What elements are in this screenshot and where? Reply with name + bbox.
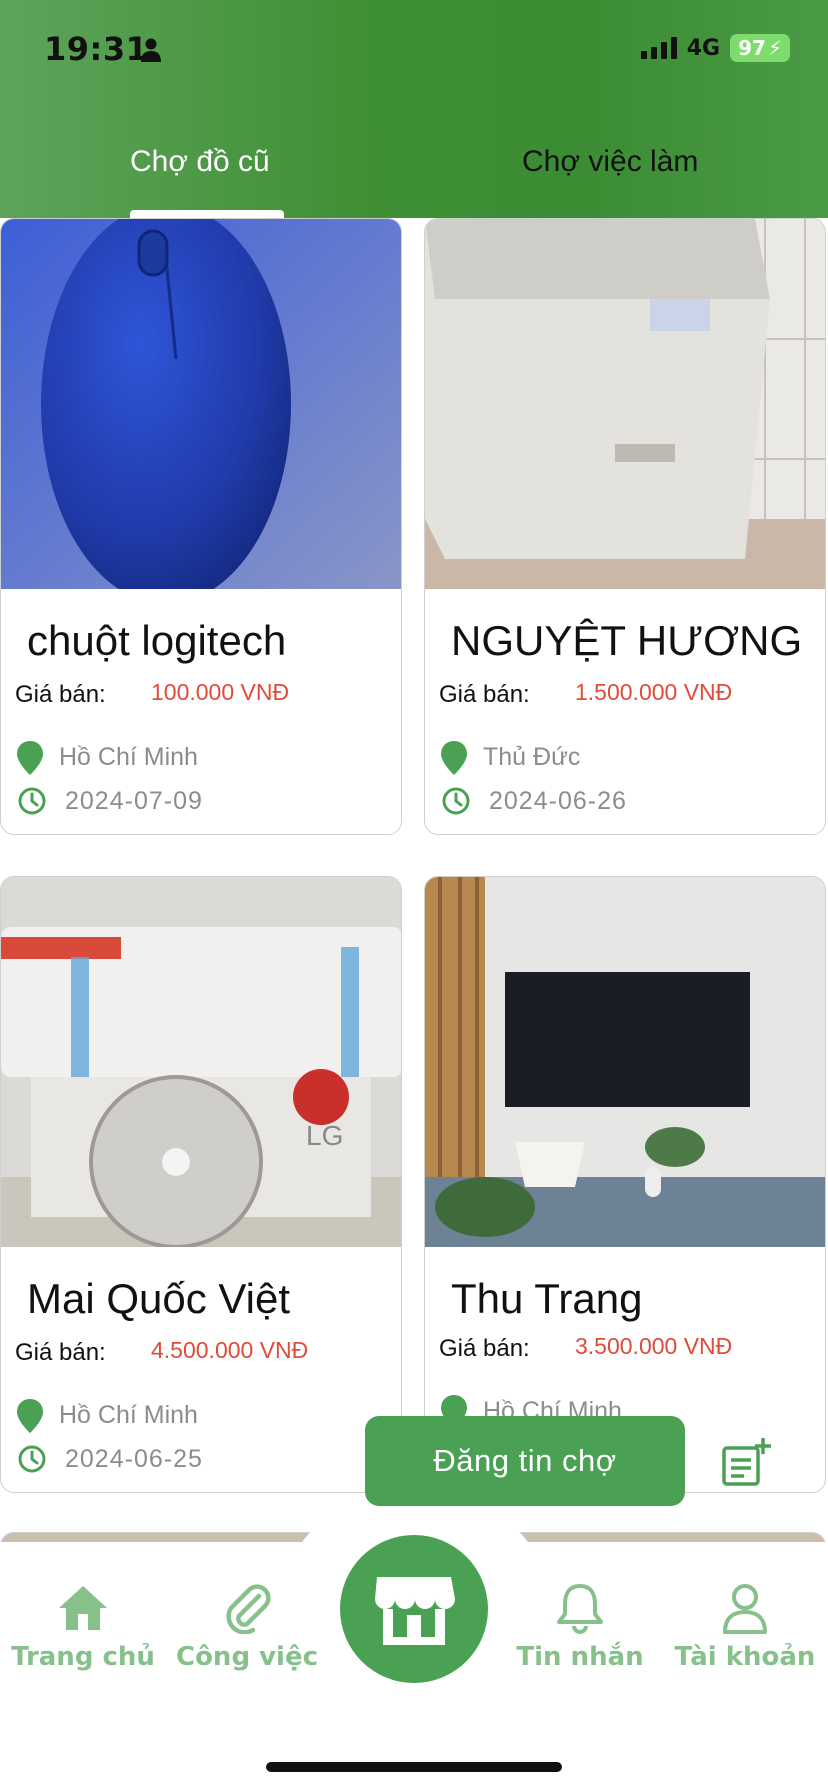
nav-home[interactable]: Trang chủ [8, 1582, 158, 1672]
listing-price: 100.000 VNĐ [151, 679, 290, 705]
status-time: 19:31 [44, 30, 149, 68]
active-tab-indicator [130, 210, 284, 218]
listing-price: 3.500.000 VNĐ [575, 1333, 733, 1359]
listing-price: 4.500.000 VNĐ [151, 1337, 309, 1363]
listing-card[interactable]: LG Mai Quốc Việt Giá bán: 4.500.000 VNĐ … [0, 876, 402, 1493]
price-label: Giá bán: [15, 1339, 106, 1366]
person-icon [141, 38, 161, 62]
status-indicators: 4G 97 ⚡ [640, 34, 790, 62]
price-label: Giá bán: [15, 681, 106, 708]
listing-card[interactable]: Thu Trang Giá bán: 3.500.000 VNĐ Hồ Chí … [424, 876, 826, 1493]
new-post-icon[interactable] [720, 1436, 772, 1486]
nav-market[interactable] [340, 1535, 488, 1683]
home-indicator[interactable] [266, 1762, 562, 1772]
blue-mouse-photo [1, 219, 401, 589]
price-label: Giá bán: [439, 1335, 530, 1362]
home-icon [59, 1586, 107, 1630]
user-icon [723, 1584, 767, 1634]
listing-location: Thủ Đức [483, 743, 581, 771]
clock-icon [18, 787, 46, 815]
location-pin-icon [17, 1399, 43, 1433]
listing-card[interactable]: NGUYỆT HƯƠNG Giá bán: 1.500.000 VNĐ Thủ … [424, 218, 826, 835]
signal-icon [640, 37, 677, 59]
listing-title: Mai Quốc Việt [27, 1275, 291, 1322]
listing-title: Thu Trang [451, 1275, 643, 1322]
air-conditioner-photo: LG [1, 877, 401, 1247]
listing-date: 2024-07-09 [65, 787, 203, 815]
nav-label: Công việc [175, 1642, 319, 1672]
listing-image: LG [1, 877, 401, 1247]
location-pin-icon [17, 741, 43, 775]
tab-used-market[interactable]: Chợ đồ cũ [130, 145, 270, 179]
nav-account[interactable]: Tài khoản [668, 1582, 822, 1672]
listing-location: Hồ Chí Minh [59, 743, 198, 771]
clock-icon [442, 787, 470, 815]
nav-jobs[interactable]: Công việc [172, 1582, 322, 1672]
clock-icon [18, 1445, 46, 1473]
svg-text:LG: LG [306, 1120, 343, 1151]
store-icon [375, 1577, 455, 1645]
battery-level: 97 [738, 36, 766, 60]
tab-job-market[interactable]: Chợ việc làm [522, 145, 698, 179]
nav-label: Trang chủ [11, 1642, 155, 1672]
network-type: 4G [686, 35, 721, 61]
price-label: Giá bán: [439, 681, 530, 708]
washing-machine-photo [425, 219, 825, 589]
bell-icon [557, 1584, 603, 1634]
listing-title: chuột logitech [27, 617, 287, 664]
listing-price: 1.500.000 VNĐ [575, 679, 733, 705]
listing-image [425, 877, 825, 1247]
listing-date: 2024-06-26 [489, 787, 627, 815]
location-pin-icon [441, 741, 467, 775]
battery-icon: 97 ⚡ [730, 34, 790, 62]
listing-date: 2024-06-25 [65, 1445, 203, 1473]
post-listing-button[interactable]: Đăng tin chợ [365, 1416, 685, 1506]
tv-photo [425, 877, 825, 1247]
charging-bolt-icon: ⚡ [767, 36, 782, 60]
listing-image [425, 219, 825, 589]
nav-label: Tài khoản [674, 1642, 816, 1672]
listing-card[interactable]: chuột logitech Giá bán: 100.000 VNĐ Hồ C… [0, 218, 402, 835]
listing-image [1, 219, 401, 589]
nav-label: Tin nhắn [516, 1642, 644, 1672]
nav-messages[interactable]: Tin nhắn [508, 1582, 652, 1672]
listing-title: NGUYỆT HƯƠNG [451, 617, 803, 664]
paperclip-icon [226, 1584, 271, 1634]
app-header: 19:31 4G 97 ⚡ Chợ đồ cũ Chợ việc làm [0, 0, 828, 218]
listing-location: Hồ Chí Minh [59, 1401, 198, 1429]
